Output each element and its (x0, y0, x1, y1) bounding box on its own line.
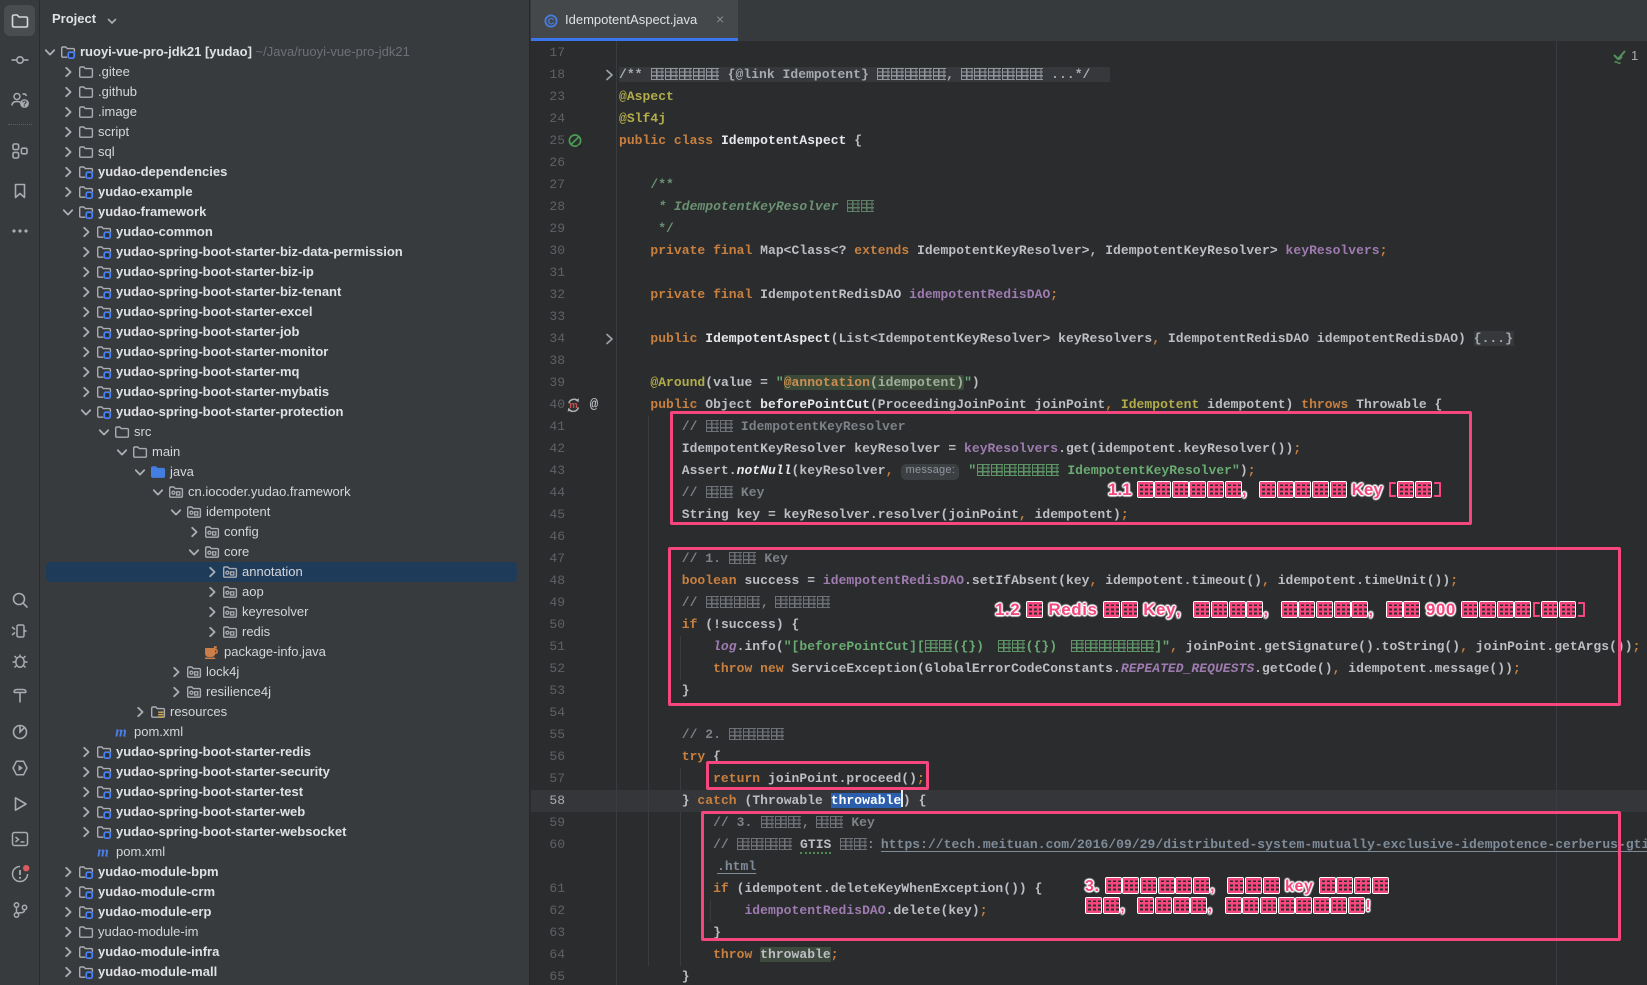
svg-text:?: ? (22, 99, 27, 109)
svg-text:m: m (97, 845, 109, 861)
svg-text:m: m (115, 725, 127, 741)
svg-text:C: C (548, 16, 555, 26)
svg-text:m: m (569, 400, 577, 411)
